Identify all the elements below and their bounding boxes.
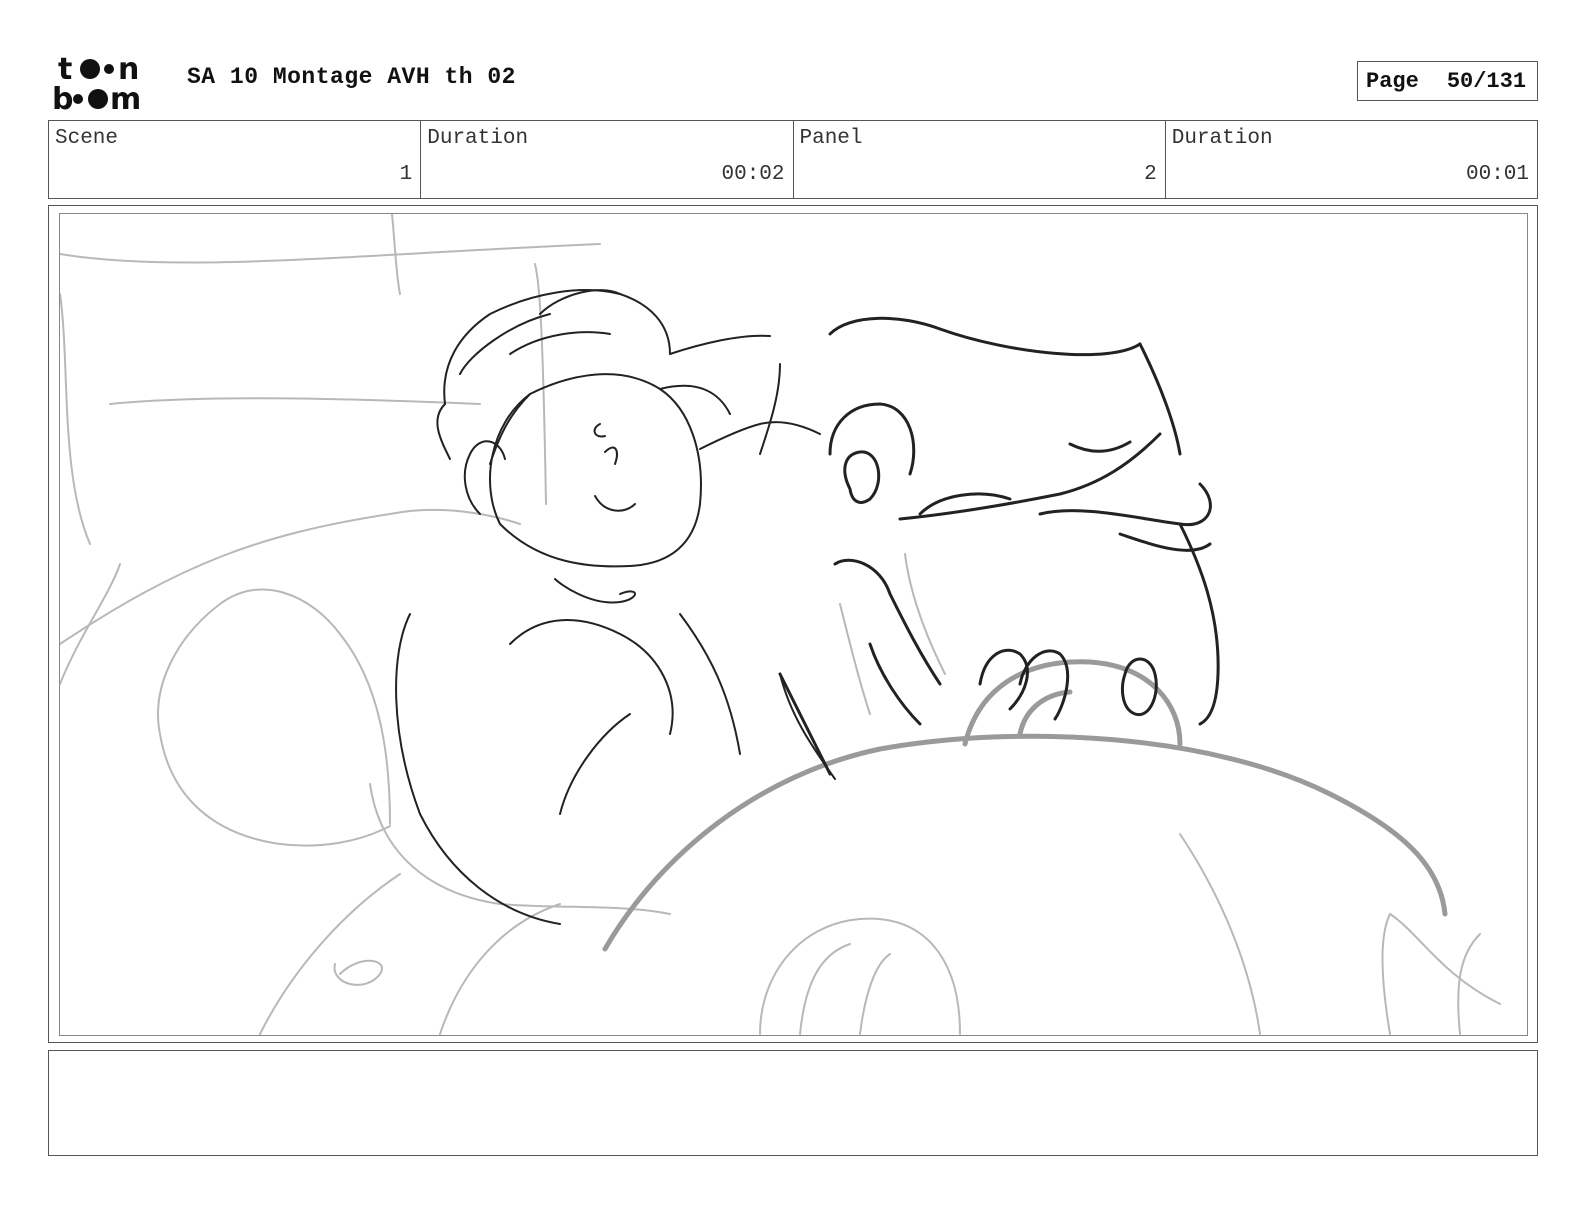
scene-label: Scene xyxy=(55,127,119,150)
panel-notes-box xyxy=(48,1050,1538,1156)
document-title: SA 10 Montage AVH th 02 xyxy=(187,64,516,90)
page-indicator: Page 50/131 xyxy=(1357,61,1538,101)
panel-cell: Panel 2 xyxy=(794,121,1166,198)
toonboom-logo: t n b m xyxy=(50,52,165,112)
page-number: 50/131 xyxy=(1446,68,1527,94)
scene-duration-label: Duration xyxy=(427,127,529,150)
page-label: Page xyxy=(1366,68,1419,94)
scene-duration-value: 00:02 xyxy=(721,163,785,186)
panel-duration-label: Duration xyxy=(1171,127,1273,150)
panel-label: Panel xyxy=(799,127,863,150)
scene-info-row: Scene 1 Duration 00:02 Panel 2 Duration … xyxy=(48,120,1538,199)
storyboard-panel-image xyxy=(59,213,1528,1036)
panel-duration-value: 00:01 xyxy=(1465,163,1529,186)
svg-text:b: b xyxy=(52,82,73,112)
svg-text:m: m xyxy=(110,82,141,112)
panel-duration-cell: Duration 00:01 xyxy=(1166,121,1537,198)
storyboard-panel-frame xyxy=(48,205,1538,1043)
scene-duration-cell: Duration 00:02 xyxy=(421,121,794,198)
panel-value: 2 xyxy=(1144,163,1157,186)
scene-cell: Scene 1 xyxy=(49,121,422,198)
scene-value: 1 xyxy=(399,163,413,186)
